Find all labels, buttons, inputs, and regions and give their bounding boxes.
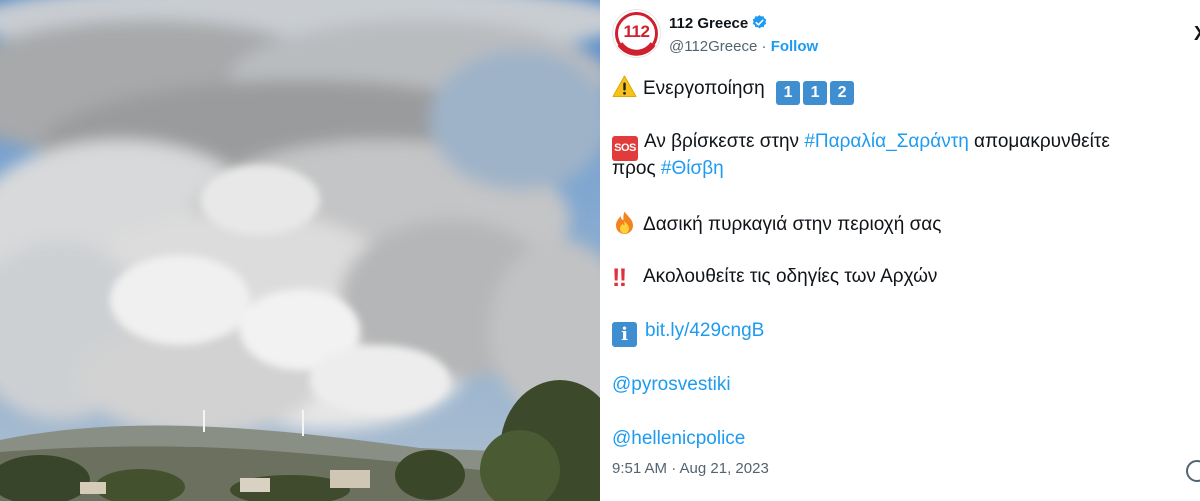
display-name[interactable]: 112 Greece xyxy=(669,15,748,32)
handle[interactable]: @112Greece xyxy=(669,38,757,55)
smoke-photo-illustration xyxy=(0,0,600,501)
towards-pre: προς xyxy=(612,158,661,179)
double-exclamation-icon: ‼ xyxy=(612,264,627,292)
mention-pyrosvestiki[interactable]: @pyrosvestiki xyxy=(612,374,731,395)
separator: · xyxy=(761,38,767,55)
tweet-line-mention-fire-service: @pyrosvestiki xyxy=(612,372,731,397)
evacuate-pre: Αν βρίσκεστε στην xyxy=(644,131,805,152)
forest-fire-text: Δασική πυρκαγιά στην περιοχή σας xyxy=(643,214,942,235)
short-link[interactable]: bit.ly/429cngB xyxy=(645,320,764,341)
display-name-row[interactable]: 112 Greece xyxy=(669,14,768,35)
avatar[interactable]: 112 xyxy=(612,9,661,58)
follow-button[interactable]: Follow xyxy=(771,38,819,55)
handle-row: @112Greece · Follow xyxy=(669,38,818,55)
keycap-2: 1 xyxy=(803,81,828,105)
tweet-line-link: i bit.ly/429cngB xyxy=(612,318,764,347)
verified-badge-icon xyxy=(751,14,768,35)
fire-icon xyxy=(612,210,637,235)
tweet-panel: 112 112 Greece @112Greece · Follow X Ενε… xyxy=(600,0,1200,501)
tweet-line-towards: προς #Θίσβη xyxy=(612,156,724,181)
tweet-photo[interactable] xyxy=(0,0,600,501)
hashtag-paralia-saranti[interactable]: #Παραλία_Σαράντη xyxy=(804,131,968,152)
tweet-line-activation: Ενεργοποίηση 112 xyxy=(612,74,857,105)
info-circle-icon[interactable] xyxy=(1186,460,1200,482)
keycap-3: 2 xyxy=(830,81,855,105)
keycap-1: 1 xyxy=(776,81,801,105)
tweet-timestamp[interactable]: 9:51 AM · Aug 21, 2023 xyxy=(612,460,769,477)
information-icon: i xyxy=(612,322,637,347)
tweet-line-follow-instructions: ‼ Ακολουθείτε τις οδηγίες των Αρχών xyxy=(612,264,937,291)
x-logo-icon[interactable]: X xyxy=(1194,23,1200,46)
tweet-line-forest-fire: Δασική πυρκαγιά στην περιοχή σας xyxy=(612,210,941,237)
activation-text: Ενεργοποίηση xyxy=(643,78,765,99)
warning-icon xyxy=(612,74,637,99)
mention-hellenicpolice[interactable]: @hellenicpolice xyxy=(612,428,745,449)
avatar-label: 112 xyxy=(623,22,650,41)
evacuate-post: απομακρυνθείτε xyxy=(968,131,1110,152)
tweet-header: 112 112 Greece @112Greece · Follow X xyxy=(612,9,1200,59)
follow-instructions-text: Ακολουθείτε τις οδηγίες των Αρχών xyxy=(643,266,938,287)
hashtag-thisvi[interactable]: #Θίσβη xyxy=(661,158,724,179)
tweet-line-mention-police: @hellenicpolice xyxy=(612,426,745,451)
